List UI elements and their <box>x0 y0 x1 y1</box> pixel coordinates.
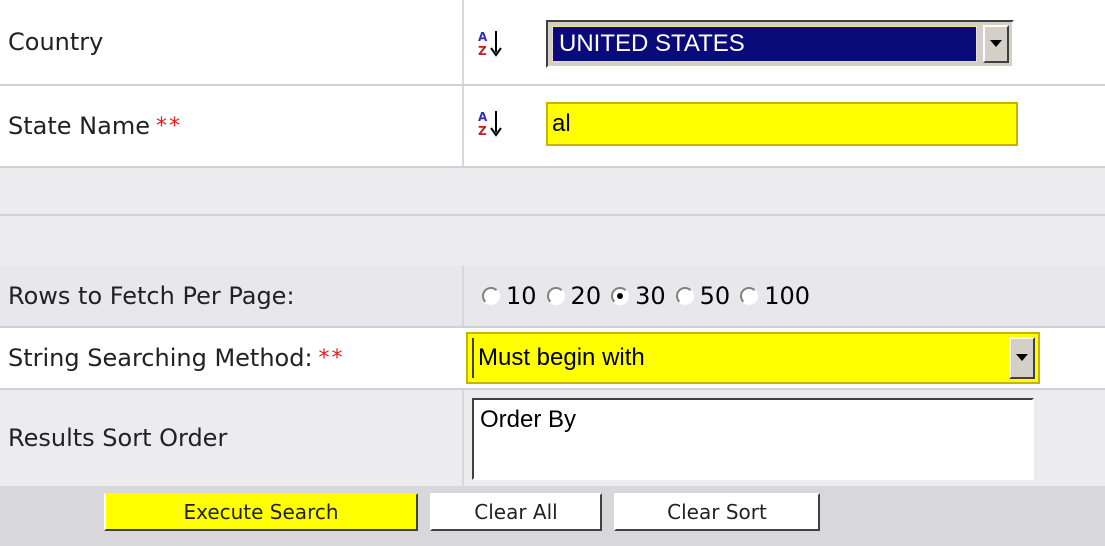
rows-per-page-row: Rows to Fetch Per Page: 10 20 30 50 100 <box>0 266 1105 326</box>
country-select[interactable]: UNITED STATES <box>546 20 1014 68</box>
state-label-text: State Name <box>8 112 150 140</box>
rows-option-100[interactable]: 100 <box>740 282 810 310</box>
execute-search-button[interactable]: Execute Search <box>104 493 418 531</box>
radio-button[interactable] <box>482 287 500 305</box>
execute-search-label: Execute Search <box>183 500 339 524</box>
clear-sort-button[interactable]: Clear Sort <box>614 493 820 531</box>
required-marker: ** <box>155 113 182 139</box>
search-method-select[interactable]: Must begin with <box>466 332 1040 384</box>
state-label: State Name ** <box>0 86 462 166</box>
search-method-value: Must begin with <box>472 338 1002 378</box>
empty-row-1 <box>0 168 1105 214</box>
rows-option-10[interactable]: 10 <box>482 282 537 310</box>
svg-text:Z: Z <box>478 124 487 138</box>
country-label: Country <box>0 0 462 84</box>
empty-row-2 <box>0 216 1105 266</box>
radio-button[interactable] <box>740 287 759 305</box>
option-label: 100 <box>764 282 810 310</box>
rows-option-50[interactable]: 50 <box>675 282 731 310</box>
country-sort-icon[interactable]: AZ <box>476 28 506 58</box>
sort-order-label: Results Sort Order <box>0 390 462 486</box>
rows-per-page-label-text: Rows to Fetch Per Page: <box>8 282 295 310</box>
search-method-cell: Must begin with <box>462 328 1105 388</box>
search-method-label-text: String Searching Method: <box>8 344 313 372</box>
radio-button-selected[interactable] <box>611 287 630 305</box>
rows-per-page-label: Rows to Fetch Per Page: <box>0 266 462 326</box>
option-label: 10 <box>506 282 537 310</box>
svg-text:A: A <box>478 30 488 44</box>
country-label-text: Country <box>8 28 104 56</box>
clear-all-button[interactable]: Clear All <box>430 493 602 531</box>
rows-option-30[interactable]: 30 <box>611 282 666 310</box>
sort-order-row: Results Sort Order Order By <box>0 390 1105 486</box>
option-label: 20 <box>570 282 602 310</box>
search-method-row: String Searching Method: ** Must begin wi… <box>0 328 1105 388</box>
country-value-text: UNITED STATES <box>559 30 745 57</box>
country-value-cell: AZ UNITED STATES <box>462 0 1105 84</box>
radio-button[interactable] <box>675 287 694 305</box>
svg-text:Z: Z <box>478 44 487 58</box>
svg-text:A: A <box>478 110 488 124</box>
option-label: 30 <box>635 282 666 310</box>
required-marker: ** <box>318 345 345 371</box>
state-sort-icon[interactable]: AZ <box>476 108 506 138</box>
country-select-value: UNITED STATES <box>552 26 977 62</box>
search-form: Country AZ UNITED STATES State Name ** AZ… <box>0 0 1105 546</box>
state-name-value: al <box>552 110 571 137</box>
option-label: 50 <box>699 282 731 310</box>
clear-all-label: Clear All <box>474 500 558 524</box>
sort-order-cell: Order By <box>462 390 1105 486</box>
search-method-label: String Searching Method: ** <box>0 328 462 388</box>
sort-order-textarea[interactable]: Order By <box>472 398 1034 480</box>
chevron-down-icon[interactable] <box>1009 337 1035 379</box>
sort-order-text: Order By <box>480 406 577 433</box>
sort-order-label-text: Results Sort Order <box>8 424 228 452</box>
search-method-value-text: Must begin with <box>478 344 645 371</box>
rows-per-page-options: 10 20 30 50 100 <box>462 266 1105 326</box>
state-name-input[interactable]: al <box>546 102 1018 146</box>
state-row: State Name ** AZ al <box>0 86 1105 166</box>
button-bar: Execute Search Clear All Clear Sort <box>0 486 1105 546</box>
radio-button[interactable] <box>546 287 565 305</box>
rows-option-20[interactable]: 20 <box>546 282 602 310</box>
clear-sort-label: Clear Sort <box>667 500 767 524</box>
chevron-down-icon[interactable] <box>983 25 1009 63</box>
country-row: Country AZ UNITED STATES <box>0 0 1105 84</box>
state-value-cell: AZ al <box>462 86 1105 166</box>
